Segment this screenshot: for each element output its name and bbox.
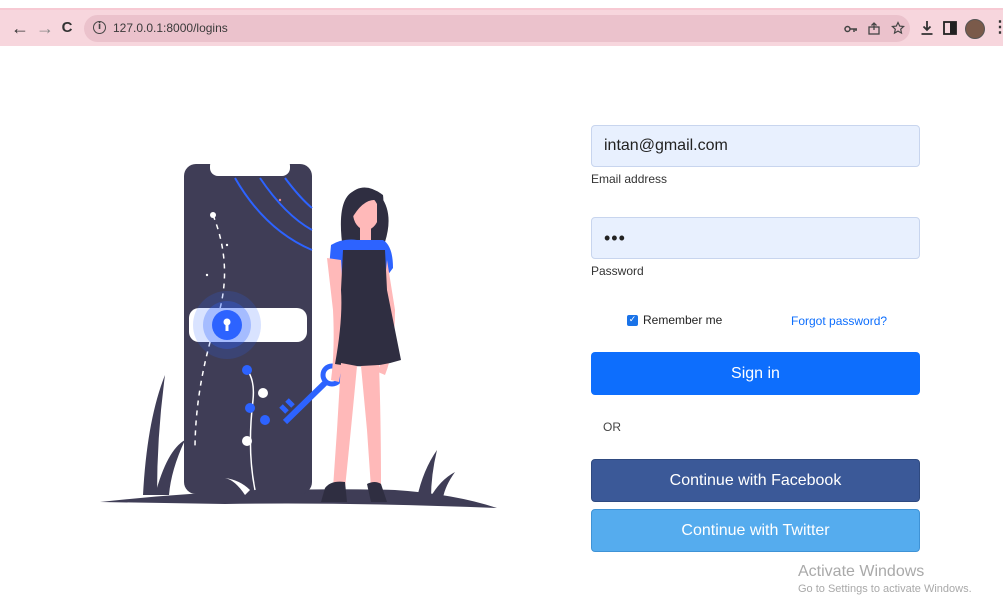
password-key-icon[interactable] [844, 23, 858, 35]
facebook-login-button[interactable]: Continue with Facebook [591, 459, 920, 502]
bookmark-star-icon[interactable] [891, 21, 905, 35]
twitter-login-button[interactable]: Continue with Twitter [591, 509, 920, 552]
download-icon[interactable] [920, 20, 934, 36]
side-panel-icon[interactable] [943, 21, 957, 35]
sign-in-button[interactable]: Sign in [591, 352, 920, 395]
reload-icon[interactable]: C [57, 18, 77, 38]
remember-checkbox[interactable]: ✓ [627, 314, 638, 326]
share-icon[interactable] [867, 21, 881, 35]
email-label: Email address [591, 172, 668, 186]
forgot-password-link[interactable]: Forgot password? [791, 314, 887, 328]
watermark-title: Activate Windows [798, 563, 925, 580]
remember-me[interactable]: ✓ Remember me [627, 313, 722, 327]
watermark-subtitle: Go to Settings to activate Windows. [798, 583, 972, 595]
browser-menu-icon[interactable]: ⋮ [992, 17, 1003, 37]
browser-toolbar: ← → C i 127.0.0.1:8000/logins ⋮ [0, 10, 1003, 46]
profile-avatar[interactable] [965, 19, 985, 39]
password-label: Password [591, 264, 644, 278]
address-url[interactable]: 127.0.0.1:8000/logins [113, 21, 228, 35]
or-divider: OR [603, 420, 621, 434]
browser-top-strip [0, 0, 1003, 10]
address-bar[interactable]: i 127.0.0.1:8000/logins [84, 15, 910, 42]
password-field[interactable]: ••• [591, 217, 920, 259]
remember-label: Remember me [643, 313, 723, 327]
security-illustration [100, 158, 497, 508]
activate-windows-watermark: Activate Windows Go to Settings to activ… [798, 563, 972, 595]
forward-icon[interactable]: → [35, 18, 55, 38]
back-icon[interactable]: ← [10, 18, 30, 38]
email-field[interactable]: intan@gmail.com [591, 125, 920, 167]
site-info-icon[interactable]: i [93, 21, 106, 34]
